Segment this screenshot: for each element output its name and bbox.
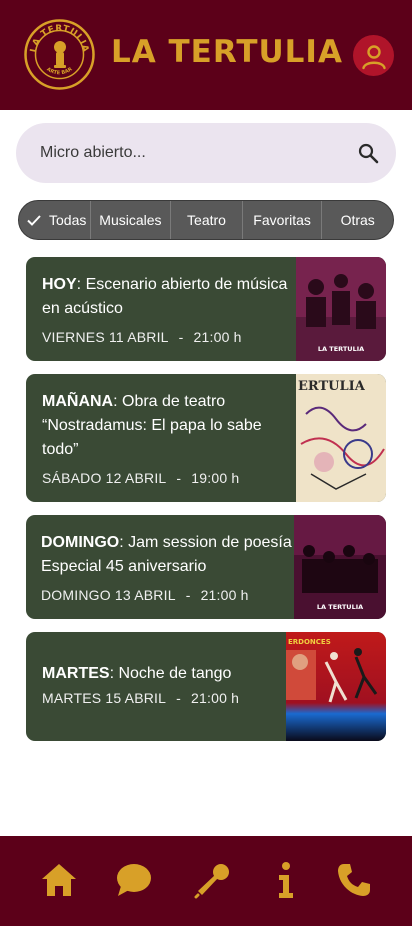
event-title: DOMINGO: Jam session de poesía Especial … (41, 531, 311, 579)
event-day: MAÑANA (42, 393, 114, 410)
event-image-text: LA TERTULIA (318, 345, 364, 353)
event-title: HOY: Escenario abierto de música en acús… (42, 273, 302, 321)
event-day: HOY (42, 276, 77, 293)
search-bar (16, 123, 396, 183)
filter-chips: Todas Musicales Teatro Favoritas Otras (18, 200, 394, 240)
event-title: MARTES: Noche de tango (42, 662, 302, 686)
filter-chip-label: Favoritas (253, 212, 311, 228)
user-icon (361, 44, 386, 69)
event-separator: - (185, 587, 191, 603)
event-date: SÁBADO 12 ABRIL (42, 470, 167, 486)
event-image: ERDONCES (286, 632, 386, 741)
event-time: 21:00 h (191, 690, 240, 706)
nav-chat-button[interactable] (114, 860, 154, 900)
event-separator: - (176, 470, 182, 486)
event-separator: - (178, 329, 184, 345)
filter-chip-label: Teatro (187, 212, 226, 228)
event-image-text: LA TERTULIA (317, 603, 363, 611)
event-info: MAÑANA: Obra de teatro “Nostradamus: El … (42, 390, 302, 486)
event-card[interactable]: HOY: Escenario abierto de música en acús… (26, 257, 386, 361)
filter-chip-todas[interactable]: Todas (19, 201, 91, 239)
event-date: MARTES 15 ABRIL (42, 690, 167, 706)
event-time: 21:00 h (200, 587, 249, 603)
app-title: LA TERTULIA (111, 34, 343, 70)
phone-icon (338, 864, 370, 896)
event-date: VIERNES 11 ABRIL (42, 329, 169, 345)
microphone-icon (194, 864, 229, 899)
event-card[interactable]: MARTES: Noche de tango MARTES 15 ABRIL -2… (26, 632, 386, 741)
search-input[interactable] (40, 123, 340, 183)
event-datetime: SÁBADO 12 ABRIL -19:00 h (42, 470, 302, 486)
filter-chip-label: Musicales (99, 212, 162, 228)
filter-chip-label: Todas (49, 212, 87, 228)
event-datetime: MARTES 15 ABRIL -21:00 h (42, 690, 302, 706)
filter-chip-otras[interactable]: Otras (322, 201, 393, 239)
event-day: MARTES (42, 665, 110, 682)
home-icon (42, 864, 76, 896)
filter-chip-musicales[interactable]: Musicales (91, 201, 172, 239)
event-image-text: ERDONCES (288, 638, 331, 646)
event-date: DOMINGO 13 ABRIL (41, 587, 176, 603)
check-icon (27, 215, 41, 226)
filter-chip-favoritas[interactable]: Favoritas (243, 201, 323, 239)
event-description: : Escenario abierto de música en acústic… (42, 276, 288, 317)
event-info: DOMINGO: Jam session de poesía Especial … (41, 531, 311, 603)
nav-info-button[interactable] (268, 860, 304, 900)
logo: LA TERTULIA ARTE BAR (24, 19, 95, 90)
nav-phone-button[interactable] (334, 860, 374, 900)
event-info: HOY: Escenario abierto de música en acús… (42, 273, 302, 345)
event-time: 19:00 h (191, 470, 240, 486)
event-image: LA TERTULIA (294, 515, 386, 619)
event-datetime: VIERNES 11 ABRIL -21:00 h (42, 329, 302, 345)
event-description: : Noche de tango (109, 665, 232, 682)
info-icon (279, 862, 293, 898)
search-icon[interactable] (356, 141, 380, 165)
filter-chip-label: Otras (340, 212, 375, 228)
nav-microphone-button[interactable] (193, 860, 233, 900)
chat-icon (117, 864, 151, 896)
event-day: DOMINGO (41, 534, 120, 551)
event-time: 21:00 h (193, 329, 242, 345)
app-header: LA TERTULIA ARTE BAR LA TERTULIA (0, 0, 412, 110)
nav-home-button[interactable] (39, 860, 79, 900)
profile-button[interactable] (353, 35, 394, 76)
event-image: LA TERTULIA (296, 257, 386, 361)
event-card[interactable]: DOMINGO: Jam session de poesía Especial … (26, 515, 386, 619)
event-card[interactable]: MAÑANA: Obra de teatro “Nostradamus: El … (26, 374, 386, 502)
event-image-text: ERTULIA (298, 379, 366, 394)
event-separator: - (176, 690, 182, 706)
app-screen: LA TERTULIA ARTE BAR LA TERTULIA Micro a… (0, 0, 412, 926)
event-info: MARTES: Noche de tango MARTES 15 ABRIL -2… (42, 662, 302, 706)
event-image: ERTULIA (296, 374, 386, 502)
filter-chip-teatro[interactable]: Teatro (171, 201, 243, 239)
event-datetime: DOMINGO 13 ABRIL -21:00 h (41, 587, 311, 603)
event-title: MAÑANA: Obra de teatro “Nostradamus: El … (42, 390, 302, 462)
